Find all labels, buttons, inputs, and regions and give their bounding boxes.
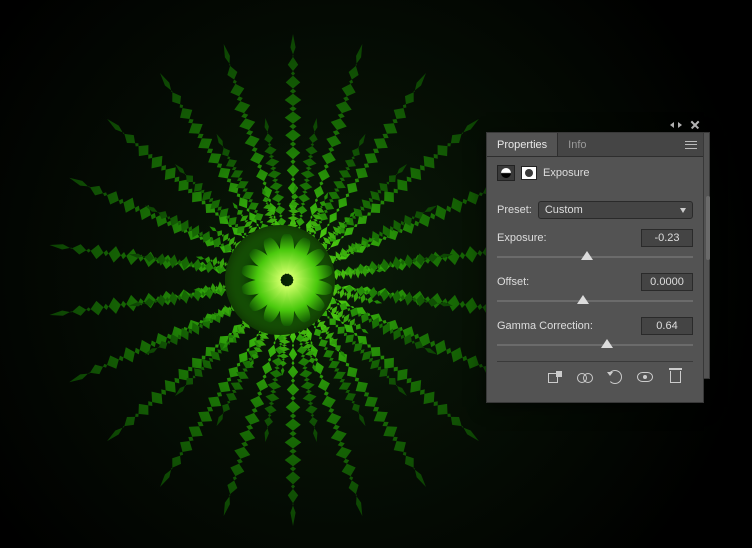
panel-menu-button[interactable] (679, 133, 703, 156)
delete-button[interactable] (667, 370, 683, 384)
tab-info[interactable]: Info (558, 133, 596, 156)
exposure-slider-thumb[interactable] (581, 251, 593, 260)
offset-slider[interactable] (497, 295, 693, 307)
toggle-visibility-button[interactable] (637, 370, 653, 384)
preset-label: Preset: (497, 204, 532, 216)
clip-to-layer-button[interactable] (547, 370, 563, 384)
adjustment-title: Exposure (543, 167, 589, 179)
gamma-slider-thumb[interactable] (601, 339, 613, 348)
link-icon (577, 372, 593, 382)
offset-label: Offset: (497, 276, 529, 288)
exposure-label: Exposure: (497, 232, 547, 244)
panel-tabs: Properties Info (487, 133, 703, 157)
gamma-input[interactable]: 0.64 (641, 317, 693, 335)
preset-dropdown[interactable]: Custom (538, 201, 693, 219)
exposure-slider[interactable] (497, 251, 693, 263)
reset-button[interactable] (607, 370, 623, 384)
preset-value: Custom (545, 204, 583, 216)
close-panel-icon[interactable] (690, 120, 700, 130)
trash-icon (670, 371, 681, 383)
exposure-adjustment-icon (497, 165, 515, 181)
eye-icon (637, 372, 653, 382)
tab-properties[interactable]: Properties (487, 133, 558, 156)
reset-icon (608, 370, 622, 384)
hamburger-icon (685, 141, 697, 149)
panel-scrollbar[interactable] (706, 196, 710, 260)
clip-icon (548, 371, 562, 383)
view-previous-button[interactable] (577, 370, 593, 384)
collapse-panel-icon[interactable] (670, 121, 682, 129)
properties-panel: Properties Info Exposure Preset: Custom … (486, 132, 704, 403)
layer-mask-icon[interactable] (521, 166, 537, 180)
offset-slider-thumb[interactable] (577, 295, 589, 304)
offset-input[interactable]: 0.0000 (641, 273, 693, 291)
gamma-label: Gamma Correction: (497, 320, 593, 332)
exposure-input[interactable]: -0.23 (641, 229, 693, 247)
gamma-slider[interactable] (497, 339, 693, 351)
